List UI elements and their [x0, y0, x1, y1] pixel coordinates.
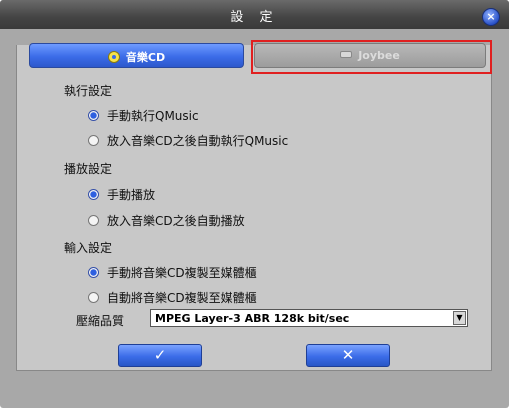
title-bar[interactable]: 設 定 ×: [0, 0, 509, 29]
radio-manual-play[interactable]: 手動播放: [88, 186, 155, 203]
execution-heading: 執行設定: [64, 84, 113, 98]
radio-icon: [88, 215, 99, 226]
quality-select[interactable]: MPEG Layer-3 ABR 128k bit/sec ▼: [150, 309, 468, 327]
close-icon: ✕: [341, 346, 355, 364]
radio-icon-checked: [88, 267, 99, 278]
dropdown-arrow-icon[interactable]: ▼: [453, 311, 466, 325]
cancel-button[interactable]: ✕: [306, 344, 390, 367]
playback-heading: 播放設定: [64, 162, 113, 176]
radio-icon: [88, 135, 99, 146]
close-icon: ×: [486, 10, 496, 23]
radio-auto-import[interactable]: 自動將音樂CD複製至媒體櫃: [88, 289, 257, 306]
quality-label: 壓縮品質: [76, 314, 125, 328]
radio-auto-play[interactable]: 放入音樂CD之後自動播放: [88, 212, 245, 229]
radio-icon: [88, 292, 99, 303]
ok-button[interactable]: ✓: [118, 344, 202, 367]
radio-auto-run[interactable]: 放入音樂CD之後自動執行QMusic: [88, 132, 288, 149]
radio-icon-checked: [88, 110, 99, 121]
tab-music-cd[interactable]: 音樂CD: [29, 43, 244, 68]
radio-manual-run[interactable]: 手動執行QMusic: [88, 107, 199, 124]
disc-icon: [107, 51, 120, 63]
quality-value: MPEG Layer-3 ABR 128k bit/sec: [155, 312, 350, 325]
radio-icon-checked: [88, 189, 99, 200]
radio-manual-import[interactable]: 手動將音樂CD複製至媒體櫃: [88, 264, 257, 281]
import-heading: 輸入設定: [64, 241, 113, 255]
dialog-title: 設 定: [230, 10, 279, 25]
checkmark-icon: ✓: [153, 346, 167, 364]
close-button[interactable]: ×: [482, 8, 500, 26]
highlight-annotation: [251, 40, 492, 74]
tab-music-cd-label: 音樂CD: [125, 51, 166, 64]
settings-dialog: 設 定 × 音樂CD Joybee 執行設定 手動執行QMusic 放入音樂CD…: [0, 0, 509, 408]
